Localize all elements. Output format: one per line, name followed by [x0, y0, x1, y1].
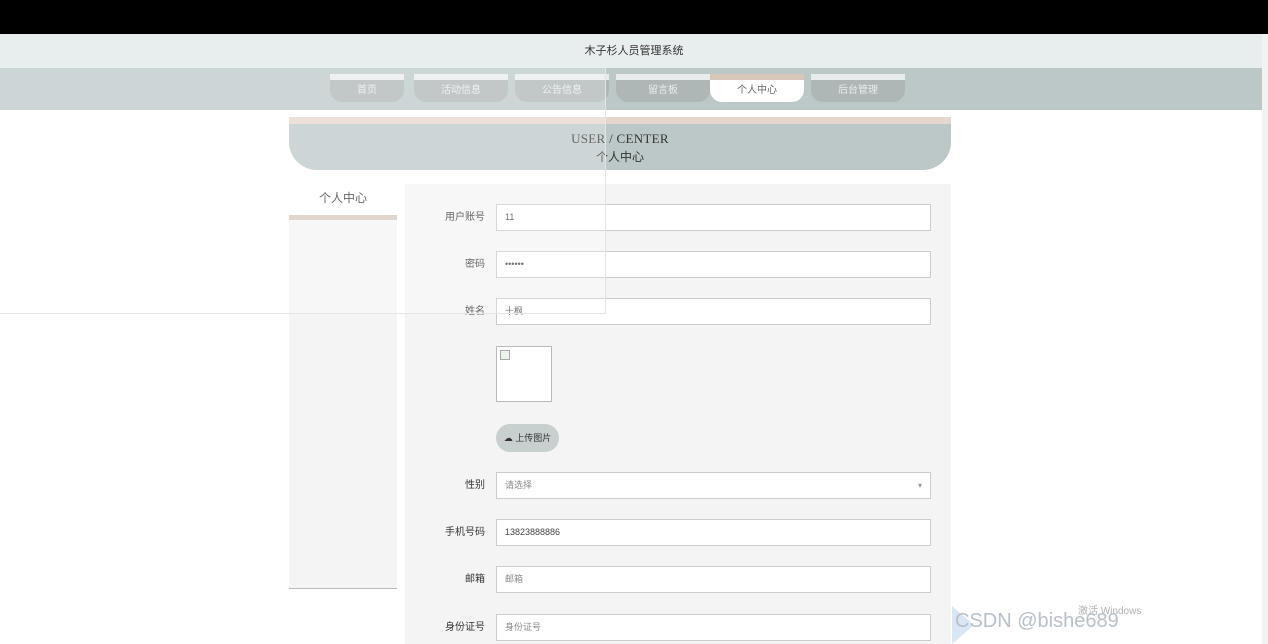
name-label: 姓名 — [465, 306, 485, 317]
phone-input[interactable]: 13823888886 — [496, 519, 931, 546]
email-input[interactable]: 邮箱 — [496, 566, 931, 593]
nav-user-center[interactable]: 个人中心 — [710, 74, 804, 102]
nav-home[interactable]: 首页 — [330, 74, 404, 102]
broken-image-icon — [500, 350, 510, 360]
chevron-down-icon: ▾ — [917, 481, 922, 490]
main-nav: 首页 活动信息 公告信息 留言板 个人中心 后台管理 — [330, 74, 912, 102]
nav-announcements[interactable]: 公告信息 — [515, 74, 609, 102]
password-label: 密码 — [465, 259, 485, 270]
nav-message-board[interactable]: 留言板 — [616, 74, 710, 102]
gender-select-placeholder: 请选择 — [505, 480, 533, 490]
account-input[interactable]: 11 — [496, 204, 931, 231]
name-input[interactable]: 十枫 — [496, 298, 931, 325]
sidebar: 个人中心 — [289, 184, 397, 589]
upload-button-label: 上传图片 — [515, 433, 552, 443]
phone-label: 手机号码 — [445, 527, 485, 538]
gender-select[interactable]: 请选择 ▾ — [496, 472, 931, 499]
app-title: 木子杉人员管理系统 — [584, 45, 684, 57]
profile-form: 用户账号 11 密码 •••••• 姓名 十枫 ☁ 上传图片 性别 请选择 ▾ … — [405, 184, 951, 644]
sidebar-item-user-center[interactable]: 个人中心 — [289, 184, 397, 220]
account-label: 用户账号 — [445, 212, 485, 223]
upload-icon: ☁ — [503, 433, 513, 443]
avatar-image-preview — [496, 346, 552, 402]
password-input[interactable]: •••••• — [496, 251, 931, 278]
page-banner: USER / CENTER 个人中心 — [289, 117, 951, 170]
nav-activities[interactable]: 活动信息 — [414, 74, 508, 102]
idcard-input[interactable]: 身份证号 — [496, 614, 931, 641]
csdn-watermark: CSDN @bishe689 — [955, 610, 1119, 632]
nav-admin[interactable]: 后台管理 — [811, 74, 905, 102]
right-edge-strip — [1262, 34, 1268, 644]
email-label: 邮箱 — [465, 574, 485, 585]
banner-title-cn: 个人中心 — [595, 150, 644, 164]
gender-label: 性别 — [465, 480, 485, 491]
app-title-bar: 木子杉人员管理系统 — [0, 34, 1268, 68]
window-top-bar — [0, 0, 1268, 34]
banner-title-en: USER / CENTER — [571, 131, 669, 146]
upload-image-button[interactable]: ☁ 上传图片 — [496, 424, 559, 452]
idcard-label: 身份证号 — [445, 622, 485, 633]
